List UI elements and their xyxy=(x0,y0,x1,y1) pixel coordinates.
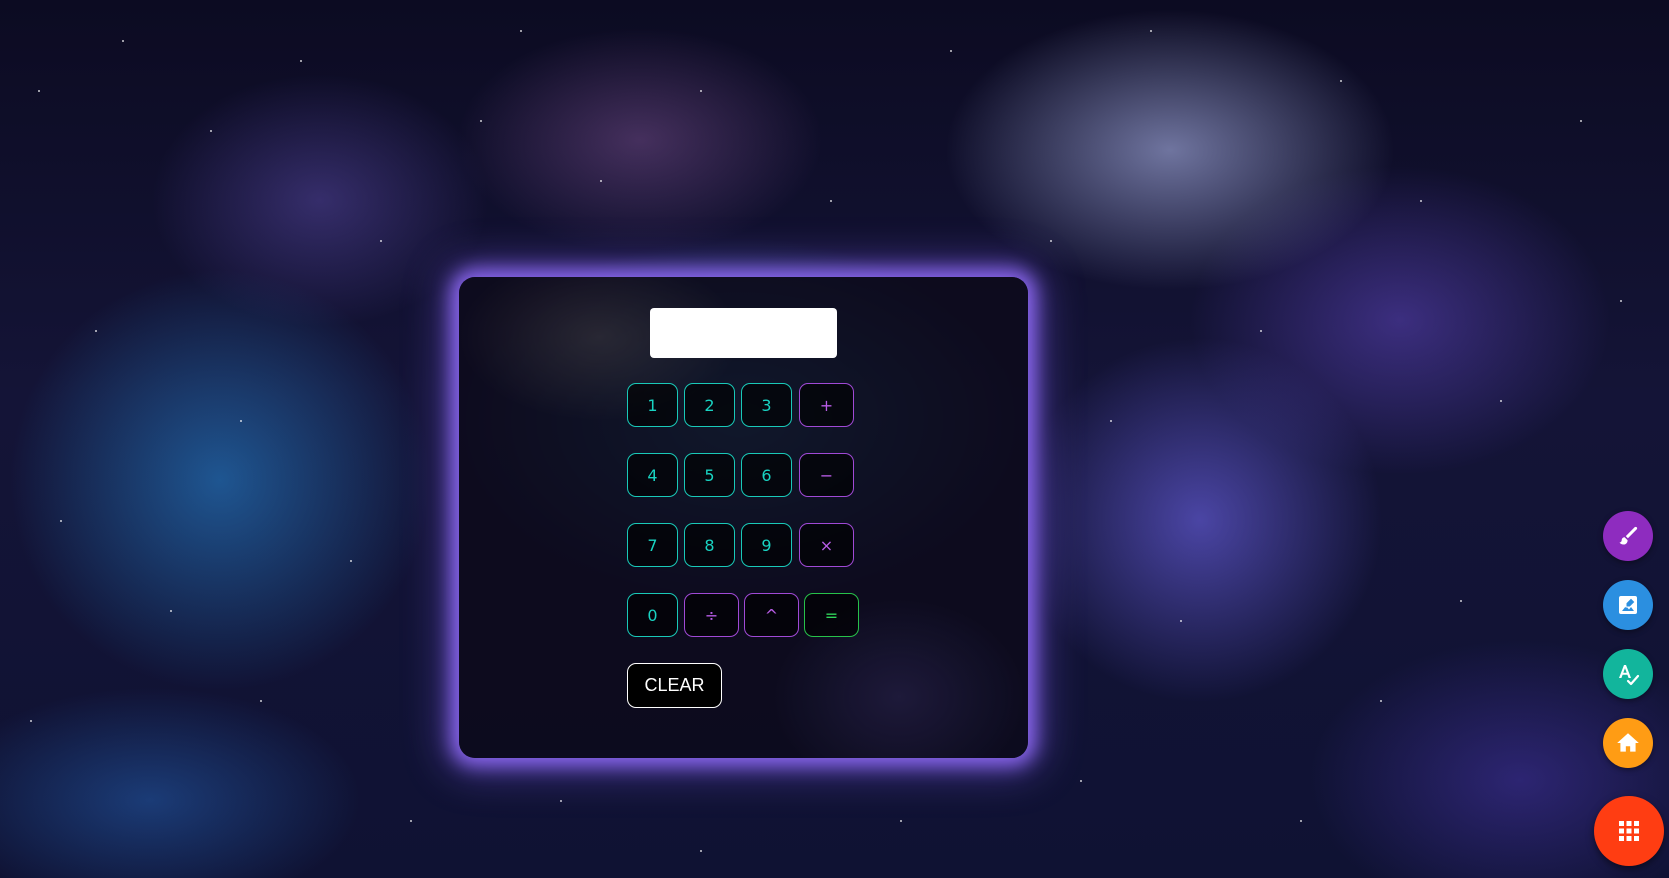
key-4[interactable]: 4 xyxy=(627,453,678,497)
key-1[interactable]: 1 xyxy=(627,383,678,427)
spellcheck-button[interactable] xyxy=(1603,649,1653,699)
home-icon xyxy=(1617,733,1639,752)
key-6[interactable]: 6 xyxy=(741,453,792,497)
spellcheck-icon xyxy=(1619,665,1640,686)
paintbrush-icon xyxy=(1619,526,1638,545)
calculator-panel: 1 2 3 + 4 5 6 − 7 8 9 × 0 ÷ ^ = CLEAR xyxy=(459,277,1028,758)
key-divide[interactable]: ÷ xyxy=(684,593,739,637)
home-button[interactable] xyxy=(1603,718,1653,768)
key-9[interactable]: 9 xyxy=(741,523,792,567)
image-edit-button[interactable] xyxy=(1603,580,1653,630)
key-times[interactable]: × xyxy=(799,523,854,567)
calculator-display[interactable] xyxy=(650,308,837,358)
key-8[interactable]: 8 xyxy=(684,523,735,567)
key-plus[interactable]: + xyxy=(799,383,854,427)
paintbrush-button[interactable] xyxy=(1603,511,1653,561)
key-2[interactable]: 2 xyxy=(684,383,735,427)
clear-button[interactable]: CLEAR xyxy=(627,663,722,708)
key-equals[interactable]: = xyxy=(804,593,859,637)
key-7[interactable]: 7 xyxy=(627,523,678,567)
grid-menu-button[interactable] xyxy=(1594,796,1664,866)
key-minus[interactable]: − xyxy=(799,453,854,497)
key-5[interactable]: 5 xyxy=(684,453,735,497)
key-3[interactable]: 3 xyxy=(741,383,792,427)
grid-menu-icon xyxy=(1619,821,1639,841)
image-edit-icon xyxy=(1619,596,1637,614)
key-0[interactable]: 0 xyxy=(627,593,678,637)
key-power[interactable]: ^ xyxy=(744,593,799,637)
